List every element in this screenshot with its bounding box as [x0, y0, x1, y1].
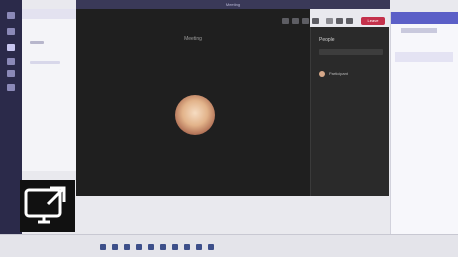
list-item[interactable]	[30, 41, 44, 44]
meeting-toolbar: Leave	[282, 17, 388, 27]
taskbar-app-icon[interactable]	[148, 244, 154, 250]
right-pane-item[interactable]	[395, 52, 453, 62]
share-screen-icon	[20, 180, 75, 232]
taskbar-app-icon[interactable]	[100, 244, 106, 250]
invite-field[interactable]	[319, 49, 383, 55]
mic-icon[interactable]	[292, 18, 299, 24]
window-title: Meeting	[225, 2, 241, 7]
taskbar-app-icon[interactable]	[160, 244, 166, 250]
right-pane	[390, 12, 458, 234]
app-rail	[0, 0, 22, 234]
taskbar-app-icon[interactable]	[124, 244, 130, 250]
calls-icon[interactable]	[7, 70, 15, 77]
taskbar-app-icon[interactable]	[208, 244, 214, 250]
teams-icon[interactable]	[7, 44, 15, 51]
participants-header: People	[319, 37, 335, 43]
participants-panel: People Participant	[310, 27, 389, 196]
taskbar-app-icon[interactable]	[112, 244, 118, 250]
participant-name: Participant	[329, 71, 348, 76]
list-header	[22, 9, 76, 19]
right-pane-header	[391, 12, 458, 24]
taskbar-app-icon[interactable]	[136, 244, 142, 250]
right-pane-text	[401, 28, 437, 33]
more-icon[interactable]	[312, 18, 319, 24]
chat-icon[interactable]	[7, 28, 15, 35]
leave-button[interactable]: Leave	[361, 17, 385, 25]
call-name: Meeting	[184, 36, 202, 42]
participants-icon[interactable]	[326, 18, 333, 24]
taskbar-app-icon[interactable]	[196, 244, 202, 250]
taskbar-app-icon[interactable]	[184, 244, 190, 250]
list-item-selected[interactable]	[30, 61, 60, 64]
taskbar-app-icon[interactable]	[172, 244, 178, 250]
reactions-icon[interactable]	[346, 18, 353, 24]
chat-icon[interactable]	[336, 18, 343, 24]
teams-list-pane	[22, 9, 77, 171]
meeting-stage: Meeting	[76, 9, 310, 196]
activity-icon[interactable]	[7, 12, 15, 19]
participant-avatar	[175, 95, 215, 135]
title-bar: Meeting	[76, 0, 390, 9]
calendar-icon[interactable]	[7, 58, 15, 65]
taskbar	[0, 234, 458, 257]
files-icon[interactable]	[7, 84, 15, 91]
camera-icon[interactable]	[282, 18, 289, 24]
participant-avatar-small	[319, 71, 325, 77]
share-icon[interactable]	[302, 18, 309, 24]
